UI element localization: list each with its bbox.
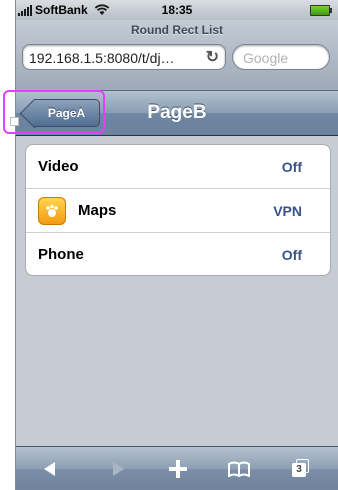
list-item-maps[interactable]: Maps VPN [26,189,330,233]
list-item-value: VPN [273,202,302,219]
list-item-label: Maps [78,202,117,219]
list-item-phone[interactable]: Phone Off [26,233,330,275]
list-item-video[interactable]: Video Off [26,145,330,189]
url-field[interactable]: 192.168.1.5:8080/t/dj… ↻ [22,44,226,70]
back-arrow-icon[interactable] [42,461,58,477]
iphone-screen: SoftBank 18:35 Round Rect List 192.168.1… [15,0,338,490]
forward-arrow-icon[interactable] [110,461,126,477]
browser-page-title: Round Rect List [131,23,223,37]
highlight-marker [10,117,19,126]
pages-count: 3 [292,463,306,477]
list-item-value: Off [281,158,302,175]
browser-toolbar: 3 [16,446,338,490]
browser-address-bar: Round Rect List 192.168.1.5:8080/t/dj… ↻… [16,20,338,91]
add-icon[interactable] [168,459,188,479]
search-input[interactable]: Google [232,44,330,70]
bookmarks-icon[interactable] [228,461,250,477]
list-item-label: Phone [38,246,84,263]
status-bar: SoftBank 18:35 [16,0,338,20]
back-button-pagea[interactable]: PageA [34,99,100,127]
list-item-value: Off [281,246,302,263]
pages-icon[interactable]: 3 [292,459,310,477]
reload-icon[interactable]: ↻ [206,45,219,71]
list-item-label: Video [38,158,79,175]
clock: 18:35 [161,3,193,17]
round-rect-list: Video Off Maps VPN Phone Off [25,144,331,276]
url-text: 192.168.1.5:8080/t/dj… [29,50,175,66]
battery-icon [310,5,332,16]
maps-app-icon [38,196,66,225]
